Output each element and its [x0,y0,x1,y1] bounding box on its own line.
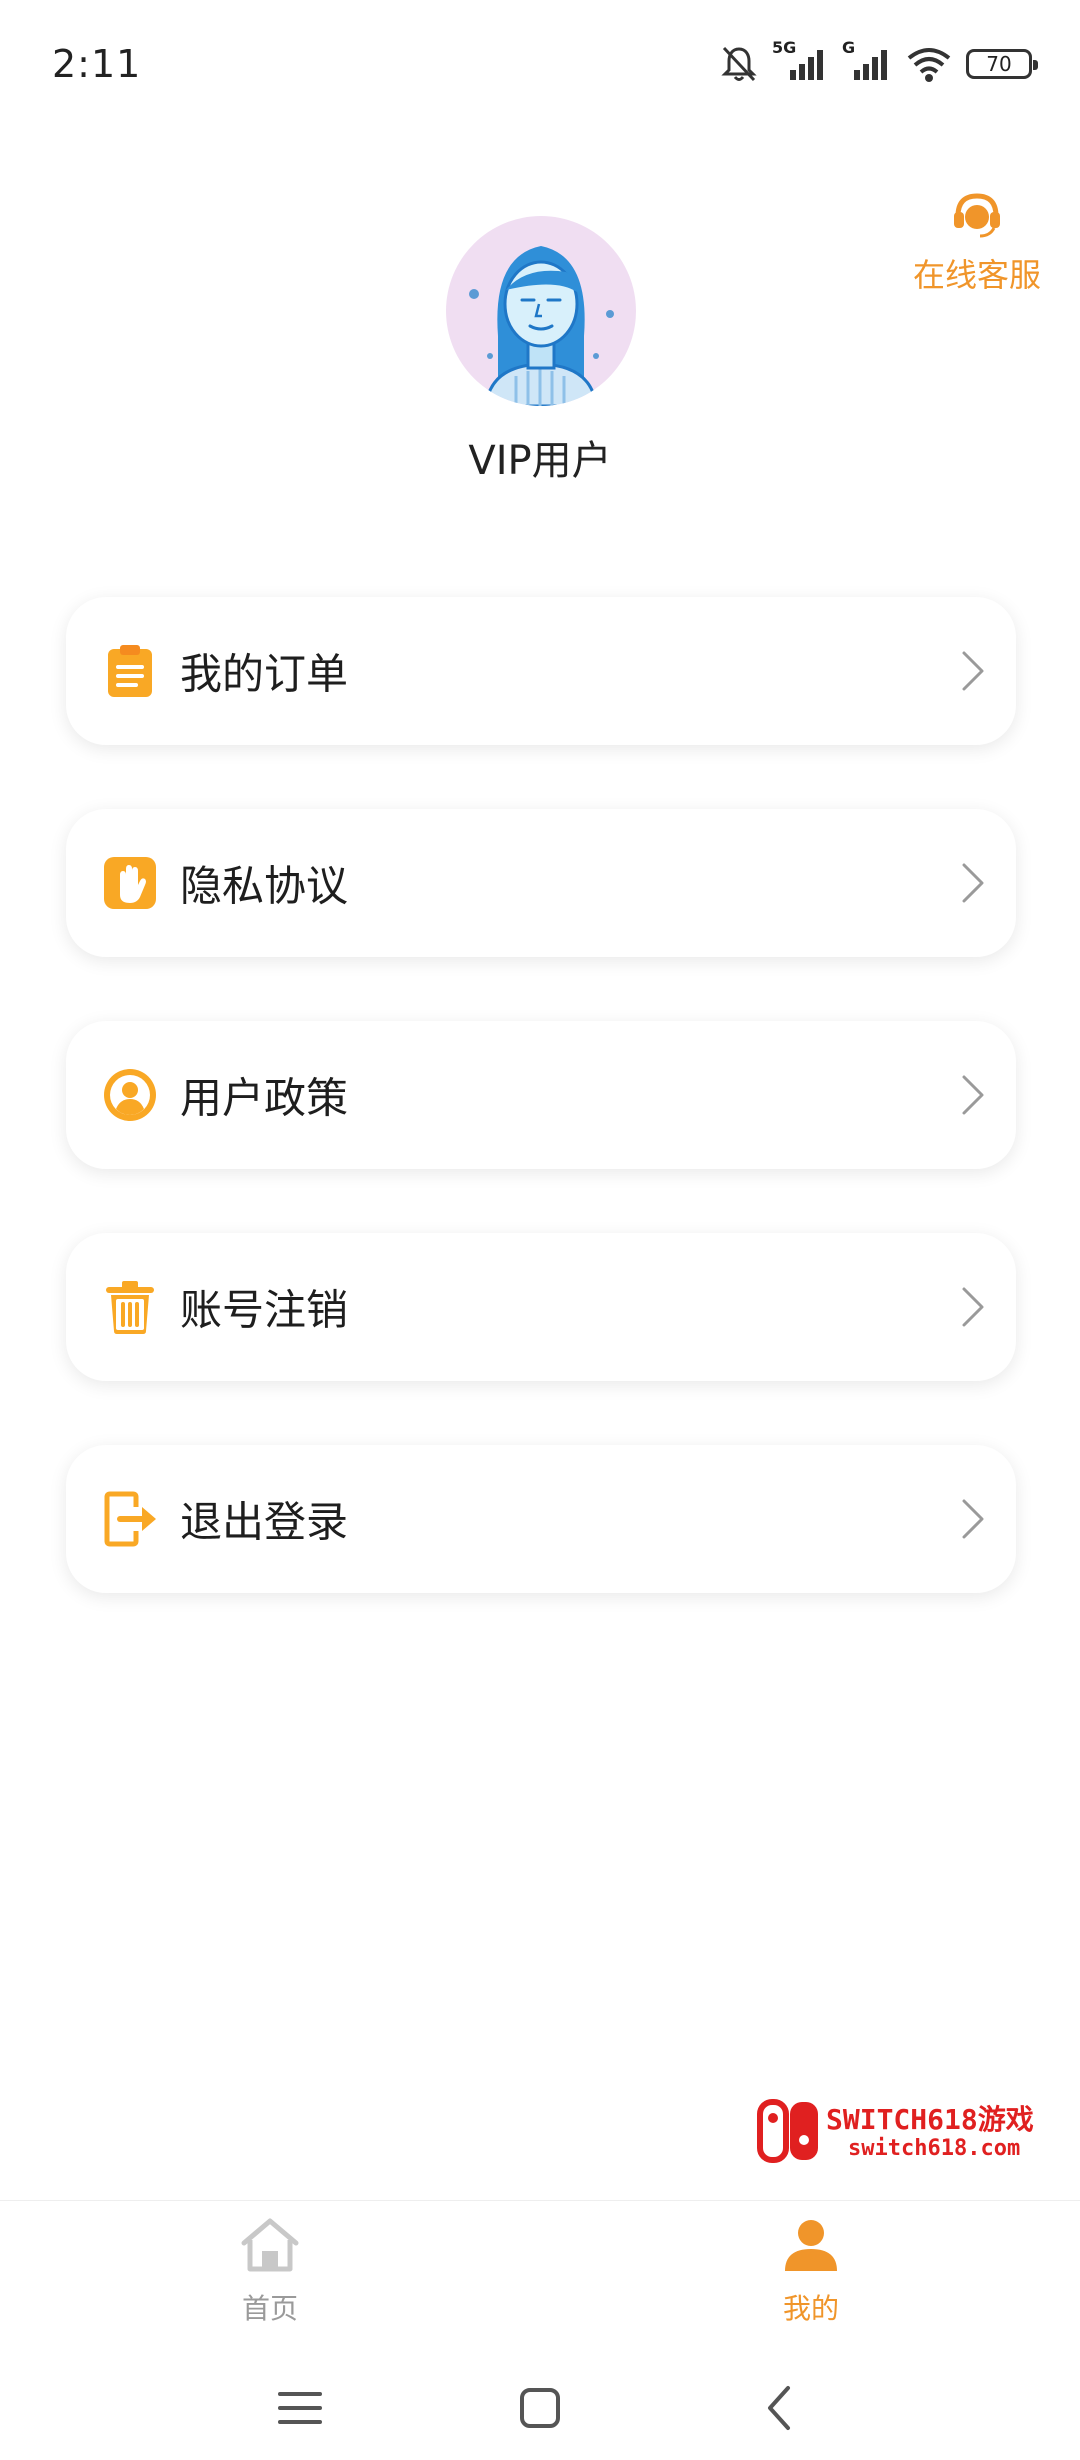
online-service-label: 在线客服 [912,256,1041,294]
person-icon [785,2220,837,2271]
avatar[interactable] [446,216,636,406]
bottom-nav: 首页 我的 [0,2200,1080,2351]
online-service-button[interactable]: 在线客服 [902,190,1052,296]
chevron-right-icon [962,1499,984,1539]
menu-item-label: 退出登录 [180,1497,349,1547]
watermark-url: switch618.com [848,2136,1021,2161]
signal-5g-icon: 5G [772,38,828,84]
wifi-icon [906,44,952,84]
menu-item-orders[interactable]: 我的订单 [66,597,1016,745]
username: VIP用户 [468,438,612,484]
user-circle-icon [104,1069,156,1121]
menu-item-privacy[interactable]: 隐私协议 [66,809,1016,957]
status-bar: 2:11 5G G 70 [0,0,1080,140]
chevron-right-icon [962,1075,984,1115]
trash-icon [106,1281,154,1334]
menu-item-label: 我的订单 [180,649,349,699]
menu-item-label: 隐私协议 [180,861,349,911]
menu-item-logout[interactable]: 退出登录 [66,1445,1016,1593]
menu-item-label: 用户政策 [180,1073,349,1123]
chevron-right-icon [962,651,984,691]
system-nav-bar [0,2350,1080,2460]
nav-item-home[interactable]: 首页 [170,2213,370,2327]
chevron-right-icon [962,1287,984,1327]
signal-g-icon: G [842,38,892,84]
switch-logo-icon [757,2099,818,2163]
watermark: SWITCH618游戏 switch618.com [756,2096,1066,2168]
chevron-right-icon [962,863,984,903]
nav-item-mine[interactable]: 我的 [711,2213,911,2327]
status-icons: 5G G 70 [720,38,1038,88]
hand-icon [104,857,156,909]
home-icon [241,2218,299,2272]
nav-label-home: 首页 [241,2292,298,2325]
watermark-title: SWITCH618游戏 [826,2103,1034,2136]
nav-label-mine: 我的 [782,2292,839,2325]
headset-icon [954,193,1000,238]
menu-item-delete-account[interactable]: 账号注销 [66,1233,1016,1381]
menu-item-user-policy[interactable]: 用户政策 [66,1021,1016,1169]
status-time: 2:11 [52,42,142,86]
clipboard-icon [108,645,152,697]
home-square-icon[interactable] [510,2378,570,2438]
logout-icon [104,1491,156,1547]
menu-item-label: 账号注销 [180,1285,349,1335]
mute-icon [720,44,758,84]
battery-icon: 70 [966,49,1038,79]
menu-icon[interactable] [270,2378,330,2438]
back-icon[interactable] [750,2378,810,2438]
